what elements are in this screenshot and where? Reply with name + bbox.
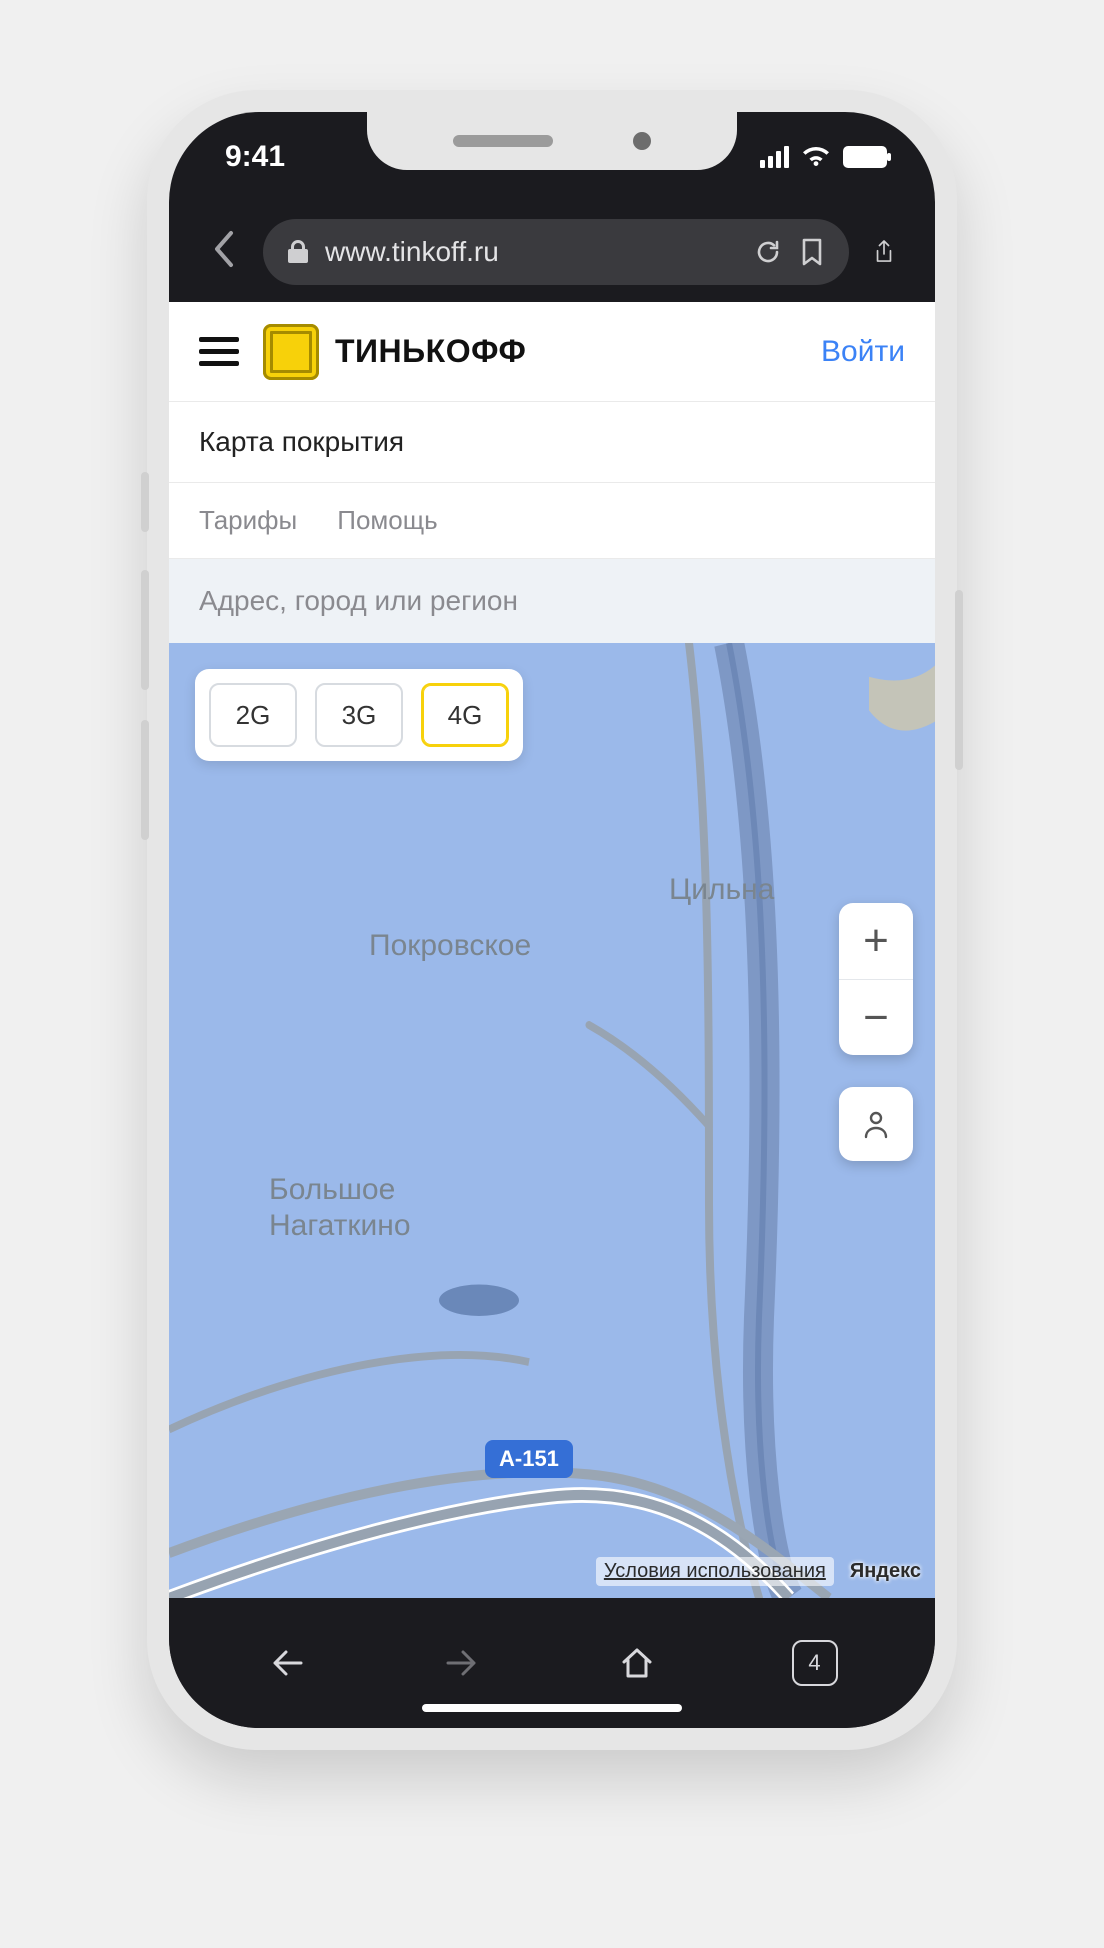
map-terms-link[interactable]: Условия использования [596, 1557, 834, 1586]
zoom-out-button[interactable]: − [839, 979, 913, 1055]
tabs-count: 4 [808, 1650, 820, 1676]
status-time: 9:41 [225, 140, 285, 174]
map-label-nagatkino-1: Большое [269, 1173, 395, 1207]
network-3g-button[interactable]: 3G [315, 683, 403, 747]
volume-down-button [141, 720, 149, 840]
nav-back-button[interactable] [267, 1643, 307, 1683]
brand[interactable]: ТИНЬКОФФ [263, 324, 526, 380]
reload-icon[interactable] [753, 237, 783, 267]
address-search-input[interactable] [199, 585, 905, 617]
phone-frame: 9:41 www.tinkoff.ru [147, 90, 957, 1750]
map-attribution: Яндекс [850, 1560, 921, 1583]
locate-me-button[interactable] [839, 1087, 913, 1161]
nav-forward-button[interactable] [442, 1643, 482, 1683]
tabs-button[interactable]: 4 [792, 1640, 838, 1686]
map-label-nagatkino-2: Нагаткино [269, 1209, 411, 1243]
page-content: ТИНЬКОФФ Войти Карта покрытия Тарифы Пом… [169, 302, 935, 1598]
subnav-tabs: Тарифы Помощь [169, 483, 935, 559]
page-title: Карта покрытия [169, 402, 935, 483]
search-row [169, 559, 935, 643]
map-footer: Условия использования Яндекс [596, 1557, 921, 1586]
route-badge-a151: А-151 [485, 1440, 573, 1478]
brand-text: ТИНЬКОФФ [335, 333, 526, 370]
map-label-tsilna: Цильна [669, 873, 774, 907]
menu-button[interactable] [199, 337, 239, 366]
volume-up-button [141, 570, 149, 690]
site-header: ТИНЬКОФФ Войти [169, 302, 935, 402]
login-link[interactable]: Войти [821, 335, 905, 369]
bookmark-icon[interactable] [799, 237, 825, 267]
share-icon[interactable] [867, 232, 901, 272]
brand-crest-icon [263, 324, 319, 380]
network-toggle-card: 2G 3G 4G [195, 669, 523, 761]
phone-screen: 9:41 www.tinkoff.ru [169, 112, 935, 1728]
zoom-in-button[interactable]: + [839, 903, 913, 979]
network-2g-button[interactable]: 2G [209, 683, 297, 747]
phone-notch [367, 112, 737, 170]
browser-bar: www.tinkoff.ru [169, 202, 935, 302]
map-label-pokrovskoe: Покровское [369, 929, 531, 963]
tab-help[interactable]: Помощь [337, 505, 437, 536]
status-right [760, 146, 887, 168]
nav-home-button[interactable] [617, 1643, 657, 1683]
wifi-icon [801, 146, 831, 168]
tab-tariffs[interactable]: Тарифы [199, 505, 297, 536]
address-bar[interactable]: www.tinkoff.ru [263, 219, 849, 285]
home-indicator[interactable] [422, 1704, 682, 1712]
coverage-map[interactable]: Покровское Цильна Большое Нагаткино 2G 3… [169, 643, 935, 1598]
browser-back-button[interactable] [203, 221, 245, 284]
url-text: www.tinkoff.ru [325, 236, 737, 268]
power-button [955, 590, 963, 770]
mute-switch [141, 472, 149, 532]
zoom-controls: + − [839, 903, 913, 1055]
battery-icon [843, 146, 887, 168]
lock-icon [287, 239, 309, 265]
signal-icon [760, 146, 789, 168]
network-4g-button[interactable]: 4G [421, 683, 509, 747]
person-pin-icon [862, 1109, 890, 1139]
